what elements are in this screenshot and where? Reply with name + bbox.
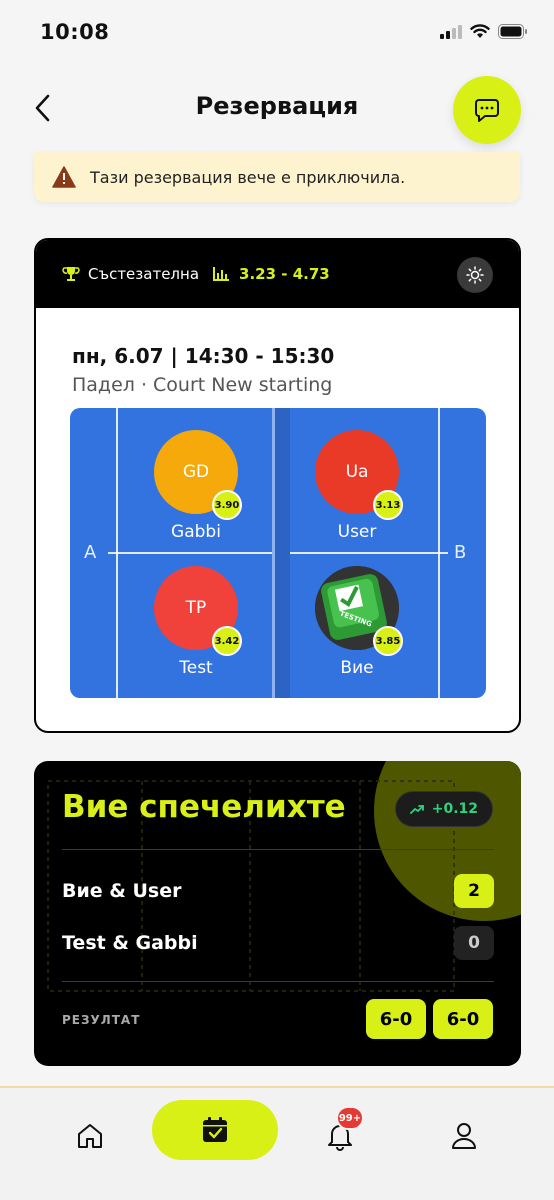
status-icons — [440, 24, 528, 39]
booking-card-header: Състезателна 3.23 - 4.73 — [36, 240, 519, 308]
signal-icon — [440, 24, 462, 39]
home-icon — [78, 1124, 102, 1148]
rating-badge: 3.13 — [373, 490, 403, 520]
notification-badge: 99+ — [336, 1106, 364, 1130]
header: Резервация — [0, 72, 554, 144]
booking-place: Падел · Court New starting — [72, 374, 333, 396]
team-row: Test & Gabbi 0 — [62, 925, 494, 961]
avatar-initials: GD — [182, 462, 210, 482]
rating-badge: 3.42 — [212, 626, 242, 656]
player-name: Gabbi — [171, 522, 221, 542]
trending-up-icon — [409, 805, 424, 814]
set-score: 6-0 — [366, 999, 426, 1039]
level-chart-icon — [213, 267, 230, 281]
avatar: GD 3.90 — [154, 430, 242, 520]
result-title: Вие спечелихте — [62, 789, 346, 825]
avatar-initials: TP — [185, 598, 207, 618]
player-gabbi[interactable]: GD 3.90 Gabbi — [154, 430, 242, 542]
divider — [62, 981, 494, 982]
chat-button[interactable] — [453, 76, 521, 144]
rating-change-value: +0.12 — [431, 801, 478, 817]
calendar-check-icon — [203, 1117, 227, 1142]
rating-badge: 3.90 — [212, 490, 242, 520]
settings-button[interactable] — [457, 257, 493, 293]
avatar-initials: Ua — [345, 462, 369, 482]
result-card: Вие спечелихте +0.12 Вие & User 2 Test &… — [34, 761, 521, 1066]
bottom-nav: 99+ — [0, 1086, 554, 1200]
level-range: 3.23 - 4.73 — [239, 265, 330, 283]
player-you[interactable]: TESTING 3.85 Вие — [315, 566, 403, 678]
player-user[interactable]: Ua 3.13 User — [315, 430, 403, 542]
rating-badge: 3.85 — [373, 626, 403, 656]
side-a-label: A — [84, 542, 97, 563]
wifi-icon — [470, 24, 490, 38]
status-bar: 10:08 — [0, 0, 554, 66]
rating-change-badge: +0.12 — [394, 791, 493, 827]
avatar: Ua 3.13 — [315, 430, 403, 520]
divider — [62, 849, 494, 850]
user-icon — [452, 1123, 476, 1149]
avatar: TESTING 3.85 — [315, 566, 403, 656]
chat-icon — [475, 99, 499, 122]
sun-icon — [466, 266, 484, 284]
avatar: TP 3.42 — [154, 566, 242, 656]
trophy-icon — [62, 267, 80, 281]
alert-text: Тази резервация вече е приключила. — [90, 167, 406, 187]
team-row: Вие & User 2 — [62, 873, 494, 909]
score-label: РЕЗУЛТАТ — [62, 1013, 141, 1027]
nav-profile[interactable] — [440, 1112, 488, 1160]
team-score: 2 — [454, 874, 494, 908]
match-type-label: Състезателна — [88, 265, 200, 283]
player-name: Test — [179, 658, 213, 678]
court-net — [272, 408, 290, 698]
player-name: Вие — [340, 658, 374, 678]
battery-icon — [498, 24, 527, 39]
nav-home[interactable] — [66, 1112, 114, 1160]
team-name: Test & Gabbi — [62, 932, 198, 954]
side-b-label: B — [454, 542, 467, 563]
status-time: 10:08 — [40, 20, 110, 44]
booking-date-time: пн, 6.07 | 14:30 - 15:30 — [72, 344, 335, 368]
ended-alert: Тази резервация вече е приключила. — [34, 152, 520, 202]
team-name: Вие & User — [62, 880, 182, 902]
set-score: 6-0 — [433, 999, 493, 1039]
nav-bookings[interactable] — [152, 1100, 278, 1160]
team-score: 0 — [454, 926, 494, 960]
player-name: User — [337, 522, 377, 542]
warning-icon — [52, 166, 76, 188]
player-test[interactable]: TP 3.42 Test — [154, 566, 242, 678]
booking-card: Състезателна 3.23 - 4.73 пн, 6.07 | 14:3… — [34, 238, 521, 733]
padel-court: A B GD 3.90 Gabbi Ua 3.13 User TP 3.42 T… — [70, 408, 486, 698]
